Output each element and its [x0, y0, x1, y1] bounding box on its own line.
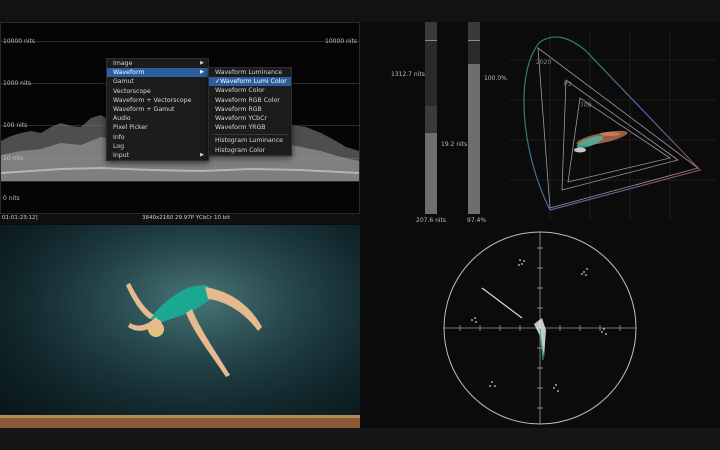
submenu-item-waveform-lumi-color[interactable]: ✓Waveform Lumi Color: [209, 77, 291, 87]
menu-item-label: Waveform + Gamut: [113, 105, 175, 113]
submenu-item-waveform-luminance[interactable]: Waveform Luminance: [209, 68, 291, 77]
menu-item-waveform-vectorscope[interactable]: Waveform + Vectorscope: [107, 96, 208, 105]
nits-meter-fill: [425, 133, 437, 214]
chevron-right-icon: ▶: [200, 151, 204, 158]
nits-max-readout: 1312.7 nits: [391, 71, 425, 78]
vectorscope[interactable]: [440, 228, 640, 428]
menu-item-label: Gamut: [113, 78, 134, 86]
submenu-item-waveform-rgb[interactable]: Waveform RGB: [209, 105, 291, 114]
gamut-label-709: 709: [580, 102, 592, 109]
gamut-label-p3: P3: [564, 81, 572, 88]
percent-meter: [468, 22, 480, 214]
menu-item-label: Image: [113, 60, 133, 67]
menu-item-label: Vectorscope: [113, 87, 151, 95]
nits-min-readout: 207.6 nits: [416, 217, 447, 224]
menu-item-audio[interactable]: Audio: [107, 114, 208, 123]
nits-label-100: 100 nits: [3, 122, 28, 129]
submenu-item-waveform-color[interactable]: Waveform Color: [209, 86, 291, 95]
menu-item-label: Waveform + Vectorscope: [113, 96, 192, 104]
menu-item-input[interactable]: Input ▶: [107, 151, 208, 160]
chevron-right-icon: ▶: [200, 60, 204, 66]
menu-item-log[interactable]: Log: [107, 142, 208, 151]
status-bar: 01:01:23:12] 3840x2160 29.97P YCbCr 10 b…: [0, 214, 360, 224]
menu-item-vectorscope[interactable]: Vectorscope: [107, 87, 208, 96]
menu-item-label: Pixel Picker: [113, 124, 148, 132]
nits-label-10: 10 nits: [3, 155, 24, 162]
submenu-item-histogram-color[interactable]: Histogram Color: [209, 146, 291, 155]
menu-item-info[interactable]: Info: [107, 133, 208, 142]
nits-meter: [425, 22, 437, 214]
menu-item-label: Waveform: [113, 69, 145, 77]
percent-min-readout: 97.4%: [467, 217, 487, 224]
video-format: 3840x2160 29.97P YCbCr 10 bit: [142, 215, 230, 221]
percent-max-readout: 100.0%: [484, 75, 507, 82]
nits-label-0: 0 nits: [3, 195, 20, 202]
menu-item-label: Audio: [113, 115, 131, 123]
meter-marker: [425, 40, 437, 41]
submenu-item-waveform-ycbcr[interactable]: Waveform YCbCr: [209, 114, 291, 123]
submenu-item-waveform-yrgb[interactable]: Waveform YRGB: [209, 123, 291, 132]
context-menu[interactable]: Image ▶ Waveform ▶ Gamut Vectorscope Wavef…: [106, 58, 209, 162]
menu-item-pixel-picker[interactable]: Pixel Picker: [107, 123, 208, 132]
nits-label-1000: 1000 nits: [3, 80, 32, 87]
nits-label-top-left: 10000 nits: [3, 38, 35, 45]
image-viewer[interactable]: [0, 225, 360, 428]
timecode: 01:01:23:12]: [2, 215, 38, 221]
menu-item-image[interactable]: Image ▶: [107, 59, 208, 68]
meter-marker: [468, 40, 480, 41]
gamut-label-2020: 2020: [536, 59, 551, 66]
top-bar: [0, 0, 720, 22]
chevron-right-icon: ▶: [200, 69, 204, 76]
percent-meter-fill: [468, 64, 480, 214]
menu-item-label: Input: [113, 151, 130, 159]
menu-item-gamut[interactable]: Gamut: [107, 77, 208, 86]
meters-panel: 1312.7 nits 19.2 nits 207.6 nits 100.0% …: [360, 22, 516, 226]
bottom-bar: [0, 428, 720, 450]
submenu-item-histogram-luminance[interactable]: Histogram Luminance: [209, 136, 291, 145]
menu-item-waveform[interactable]: Waveform ▶: [107, 68, 208, 78]
nits-avg-readout: 19.2 nits: [441, 141, 468, 148]
skin-tone-line: [481, 287, 523, 319]
nits-label-top-right: 10000 nits: [325, 38, 357, 45]
meter-upper-region: [425, 40, 437, 106]
gamut-diagram[interactable]: 2020 P3 709: [510, 30, 715, 220]
menu-item-waveform-gamut[interactable]: Waveform + Gamut: [107, 105, 208, 114]
menu-item-label: Info: [113, 133, 125, 141]
menu-item-label: Log: [113, 142, 125, 150]
submenu-item-waveform-rgb-color[interactable]: Waveform RGB Color: [209, 96, 291, 105]
gymnast-photo: [0, 225, 360, 428]
waveform-submenu[interactable]: Waveform Luminance ✓Waveform Lumi Color …: [208, 67, 292, 156]
